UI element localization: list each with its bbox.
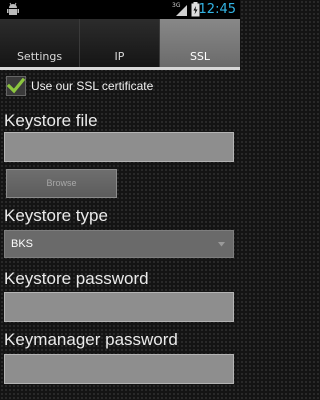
tab-settings[interactable]: Settings: [0, 19, 80, 67]
tab-settings-label: Settings: [16, 50, 63, 63]
tab-bar: Settings IP SSL: [0, 19, 240, 70]
android-debug-icon: [7, 2, 19, 15]
tab-ip-label: IP: [114, 50, 125, 63]
browse-button[interactable]: Browse: [6, 169, 117, 198]
cell-signal-icon: [176, 5, 187, 16]
tab-ip[interactable]: IP: [80, 19, 160, 67]
dropdown-arrow-icon: [218, 242, 225, 247]
keystore-type-select[interactable]: BKS: [4, 230, 234, 258]
keystore-file-label: Keystore file: [4, 111, 98, 130]
keystore-type-label: Keystore type: [4, 206, 108, 225]
tab-ssl[interactable]: SSL: [160, 19, 240, 67]
keymanager-password-label: Keymanager password: [4, 330, 178, 349]
keystore-type-value: BKS: [11, 238, 34, 250]
keystore-password-field[interactable]: [4, 292, 234, 322]
keystore-file-field[interactable]: [4, 132, 234, 162]
ssl-checkbox-label: Use our SSL certificate: [31, 79, 154, 93]
checkmark-icon: [6, 77, 26, 94]
clock-time: 12:45: [198, 2, 236, 17]
status-bar: 3G 12:45: [0, 0, 240, 19]
keymanager-password-field[interactable]: [4, 354, 234, 384]
keystore-password-label: Keystore password: [4, 269, 149, 288]
ssl-checkbox[interactable]: [6, 76, 26, 96]
tab-ssl-label: SSL: [189, 50, 211, 63]
